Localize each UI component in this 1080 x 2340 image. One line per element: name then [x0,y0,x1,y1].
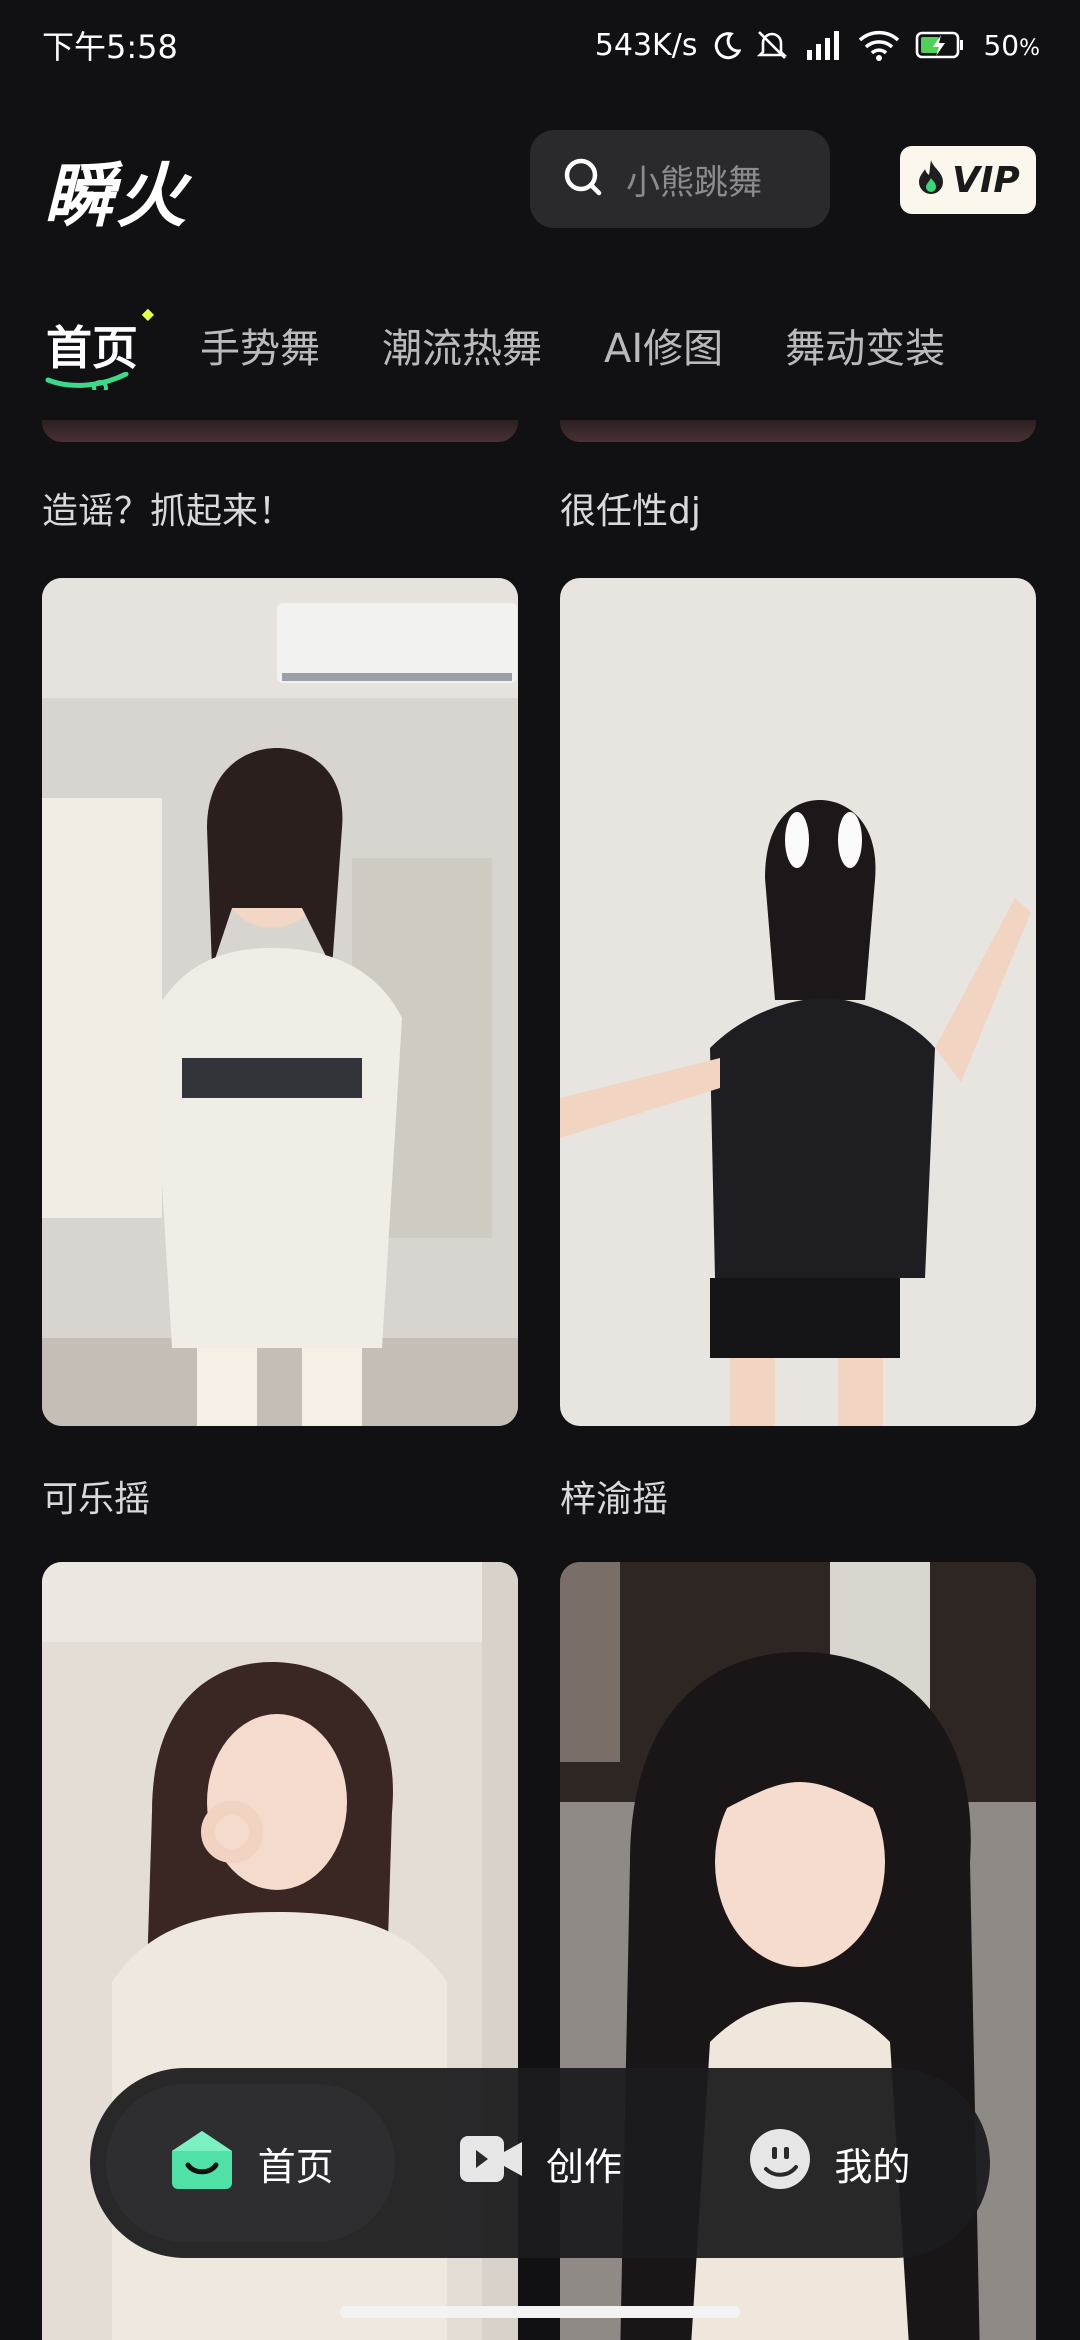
tab-gesture-dance[interactable]: 手势舞 [200,316,320,374]
network-speed: 543K/s [594,27,698,63]
card-caption[interactable]: 梓渝摇 [560,1470,668,1522]
status-icons: 543K/s 50% [595,28,1040,63]
partial-video-card[interactable] [42,420,518,442]
profile-face-icon [748,2127,812,2200]
video-feed: 造谣？抓起来！ 很任性dj 可乐摇 梓渝摇 [0,420,1080,2340]
status-time: 下午5:58 [42,28,178,66]
nav-home[interactable]: 首页 [106,2084,396,2242]
cellular-signal-icon [803,28,843,62]
card-caption[interactable]: 很任性dj [560,482,701,534]
battery-charging-icon [915,30,965,60]
sparkle-icon: ◆ [141,304,154,323]
video-thumbnail [560,578,1036,1426]
flame-icon [916,158,946,203]
app-header: 瞬火 小熊跳舞 VIP [0,120,1080,240]
tab-home[interactable]: 首页 ◆ [45,304,154,390]
vip-button[interactable]: VIP [900,146,1036,214]
video-card[interactable] [42,578,518,1426]
video-card[interactable] [560,578,1036,1426]
tab-ai-retouch[interactable]: AI修图 [604,316,723,374]
app-screen: 下午5:58 543K/s 50% 瞬火 小熊跳舞 VIP 首页 ◆ 手势舞 潮… [0,0,1080,2340]
mute-bell-icon [755,28,789,62]
battery-percent: 50% [983,28,1040,62]
nav-profile[interactable]: 我的 [685,2084,974,2242]
tab-active-underline [45,372,129,390]
status-bar: 下午5:58 543K/s 50% [0,0,1080,90]
search-bar[interactable]: 小熊跳舞 [530,130,830,228]
tab-trend-dance[interactable]: 潮流热舞 [382,316,542,374]
moon-icon [711,30,742,60]
card-caption[interactable]: 造谣？抓起来！ [42,482,294,534]
bottom-navigation: 首页 创作 我的 [90,2068,990,2258]
nav-create[interactable]: 创作 [395,2084,684,2242]
system-home-indicator[interactable] [340,2306,740,2318]
app-logo[interactable]: 瞬火 [44,140,188,241]
video-thumbnail [42,578,518,1426]
search-placeholder: 小熊跳舞 [626,162,762,203]
video-camera-icon [458,2132,524,2195]
wifi-icon [857,28,901,62]
partial-video-card[interactable] [560,420,1036,442]
tab-dance-transform[interactable]: 舞动变装 [785,316,945,374]
home-smile-icon [168,2127,236,2200]
card-caption[interactable]: 可乐摇 [42,1470,150,1522]
search-icon [562,156,604,202]
category-tabs: 首页 ◆ 手势舞 潮流热舞 AI修图 舞动变装 [0,300,1080,390]
